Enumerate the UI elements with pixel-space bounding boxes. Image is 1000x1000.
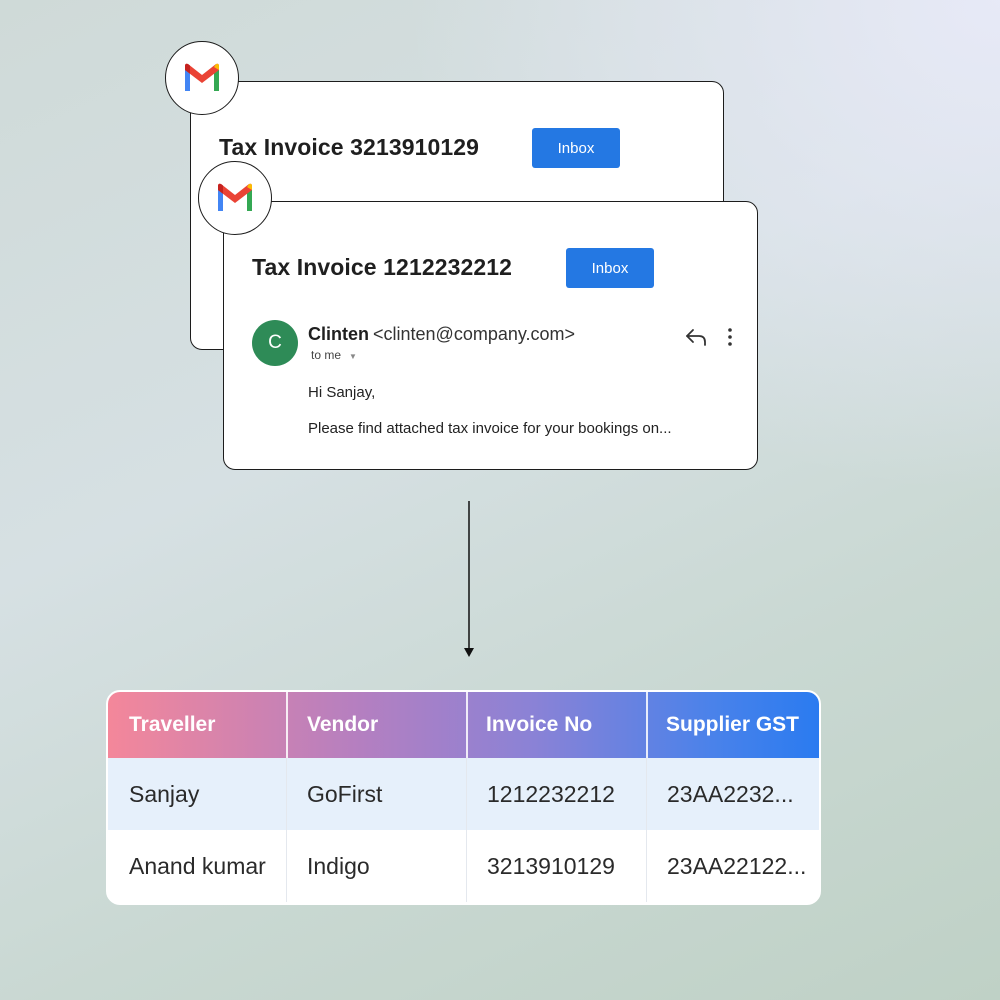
sender-avatar: C bbox=[252, 320, 298, 366]
column-header-traveller[interactable]: Traveller bbox=[108, 692, 287, 758]
cell-supplier-gst: 23AA2232... bbox=[667, 780, 794, 807]
email-subject: Tax Invoice 1212232212 bbox=[252, 254, 513, 280]
cell-vendor: Indigo bbox=[307, 852, 370, 879]
cell-supplier-gst: 23AA22122... bbox=[667, 852, 807, 879]
email-preview: Please find attached tax invoice for you… bbox=[308, 420, 672, 437]
gmail-icon bbox=[218, 183, 252, 211]
gmail-icon bbox=[185, 63, 219, 91]
sender-name: Clinten bbox=[308, 324, 369, 344]
recipient-dropdown[interactable]: to me ▼ bbox=[311, 348, 357, 362]
table-row[interactable]: Sanjay GoFirst 1212232212 23AA2232... bbox=[108, 758, 819, 830]
inbox-label-button[interactable]: Inbox bbox=[566, 248, 654, 288]
invoice-table: Traveller Vendor Invoice No Supplier GST… bbox=[106, 690, 821, 905]
cell-vendor: GoFirst bbox=[307, 780, 383, 807]
sender-email: <clinten@company.com> bbox=[373, 324, 576, 344]
cell-invoice-no: 3213910129 bbox=[487, 852, 615, 879]
cell-traveller: Anand kumar bbox=[129, 852, 266, 879]
column-header-vendor[interactable]: Vendor bbox=[287, 692, 467, 758]
recipient-label: to me bbox=[311, 348, 342, 362]
more-vertical-icon[interactable] bbox=[723, 326, 737, 348]
chevron-down-icon: ▼ bbox=[349, 352, 357, 361]
email-subject: Tax Invoice 3213910129 bbox=[219, 134, 480, 160]
column-header-invoice-no[interactable]: Invoice No bbox=[467, 692, 647, 758]
email-greeting: Hi Sanjay, bbox=[308, 384, 376, 401]
cell-invoice-no: 1212232212 bbox=[487, 780, 615, 807]
inbox-label-button[interactable]: Inbox bbox=[532, 128, 620, 168]
gmail-badge bbox=[198, 161, 272, 235]
sender-line: Clinten <clinten@company.com> bbox=[308, 324, 575, 345]
table-header: Traveller Vendor Invoice No Supplier GST bbox=[108, 692, 819, 758]
column-header-supplier-gst[interactable]: Supplier GST bbox=[647, 692, 819, 758]
table-row[interactable]: Anand kumar Indigo 3213910129 23AA22122.… bbox=[108, 830, 819, 902]
reply-icon[interactable] bbox=[684, 326, 708, 348]
cell-traveller: Sanjay bbox=[129, 780, 200, 807]
arrow-down-icon bbox=[464, 501, 474, 657]
gmail-badge bbox=[165, 41, 239, 115]
email-card-front[interactable]: Tax Invoice 1212232212 Inbox C Clinten <c… bbox=[223, 201, 758, 470]
